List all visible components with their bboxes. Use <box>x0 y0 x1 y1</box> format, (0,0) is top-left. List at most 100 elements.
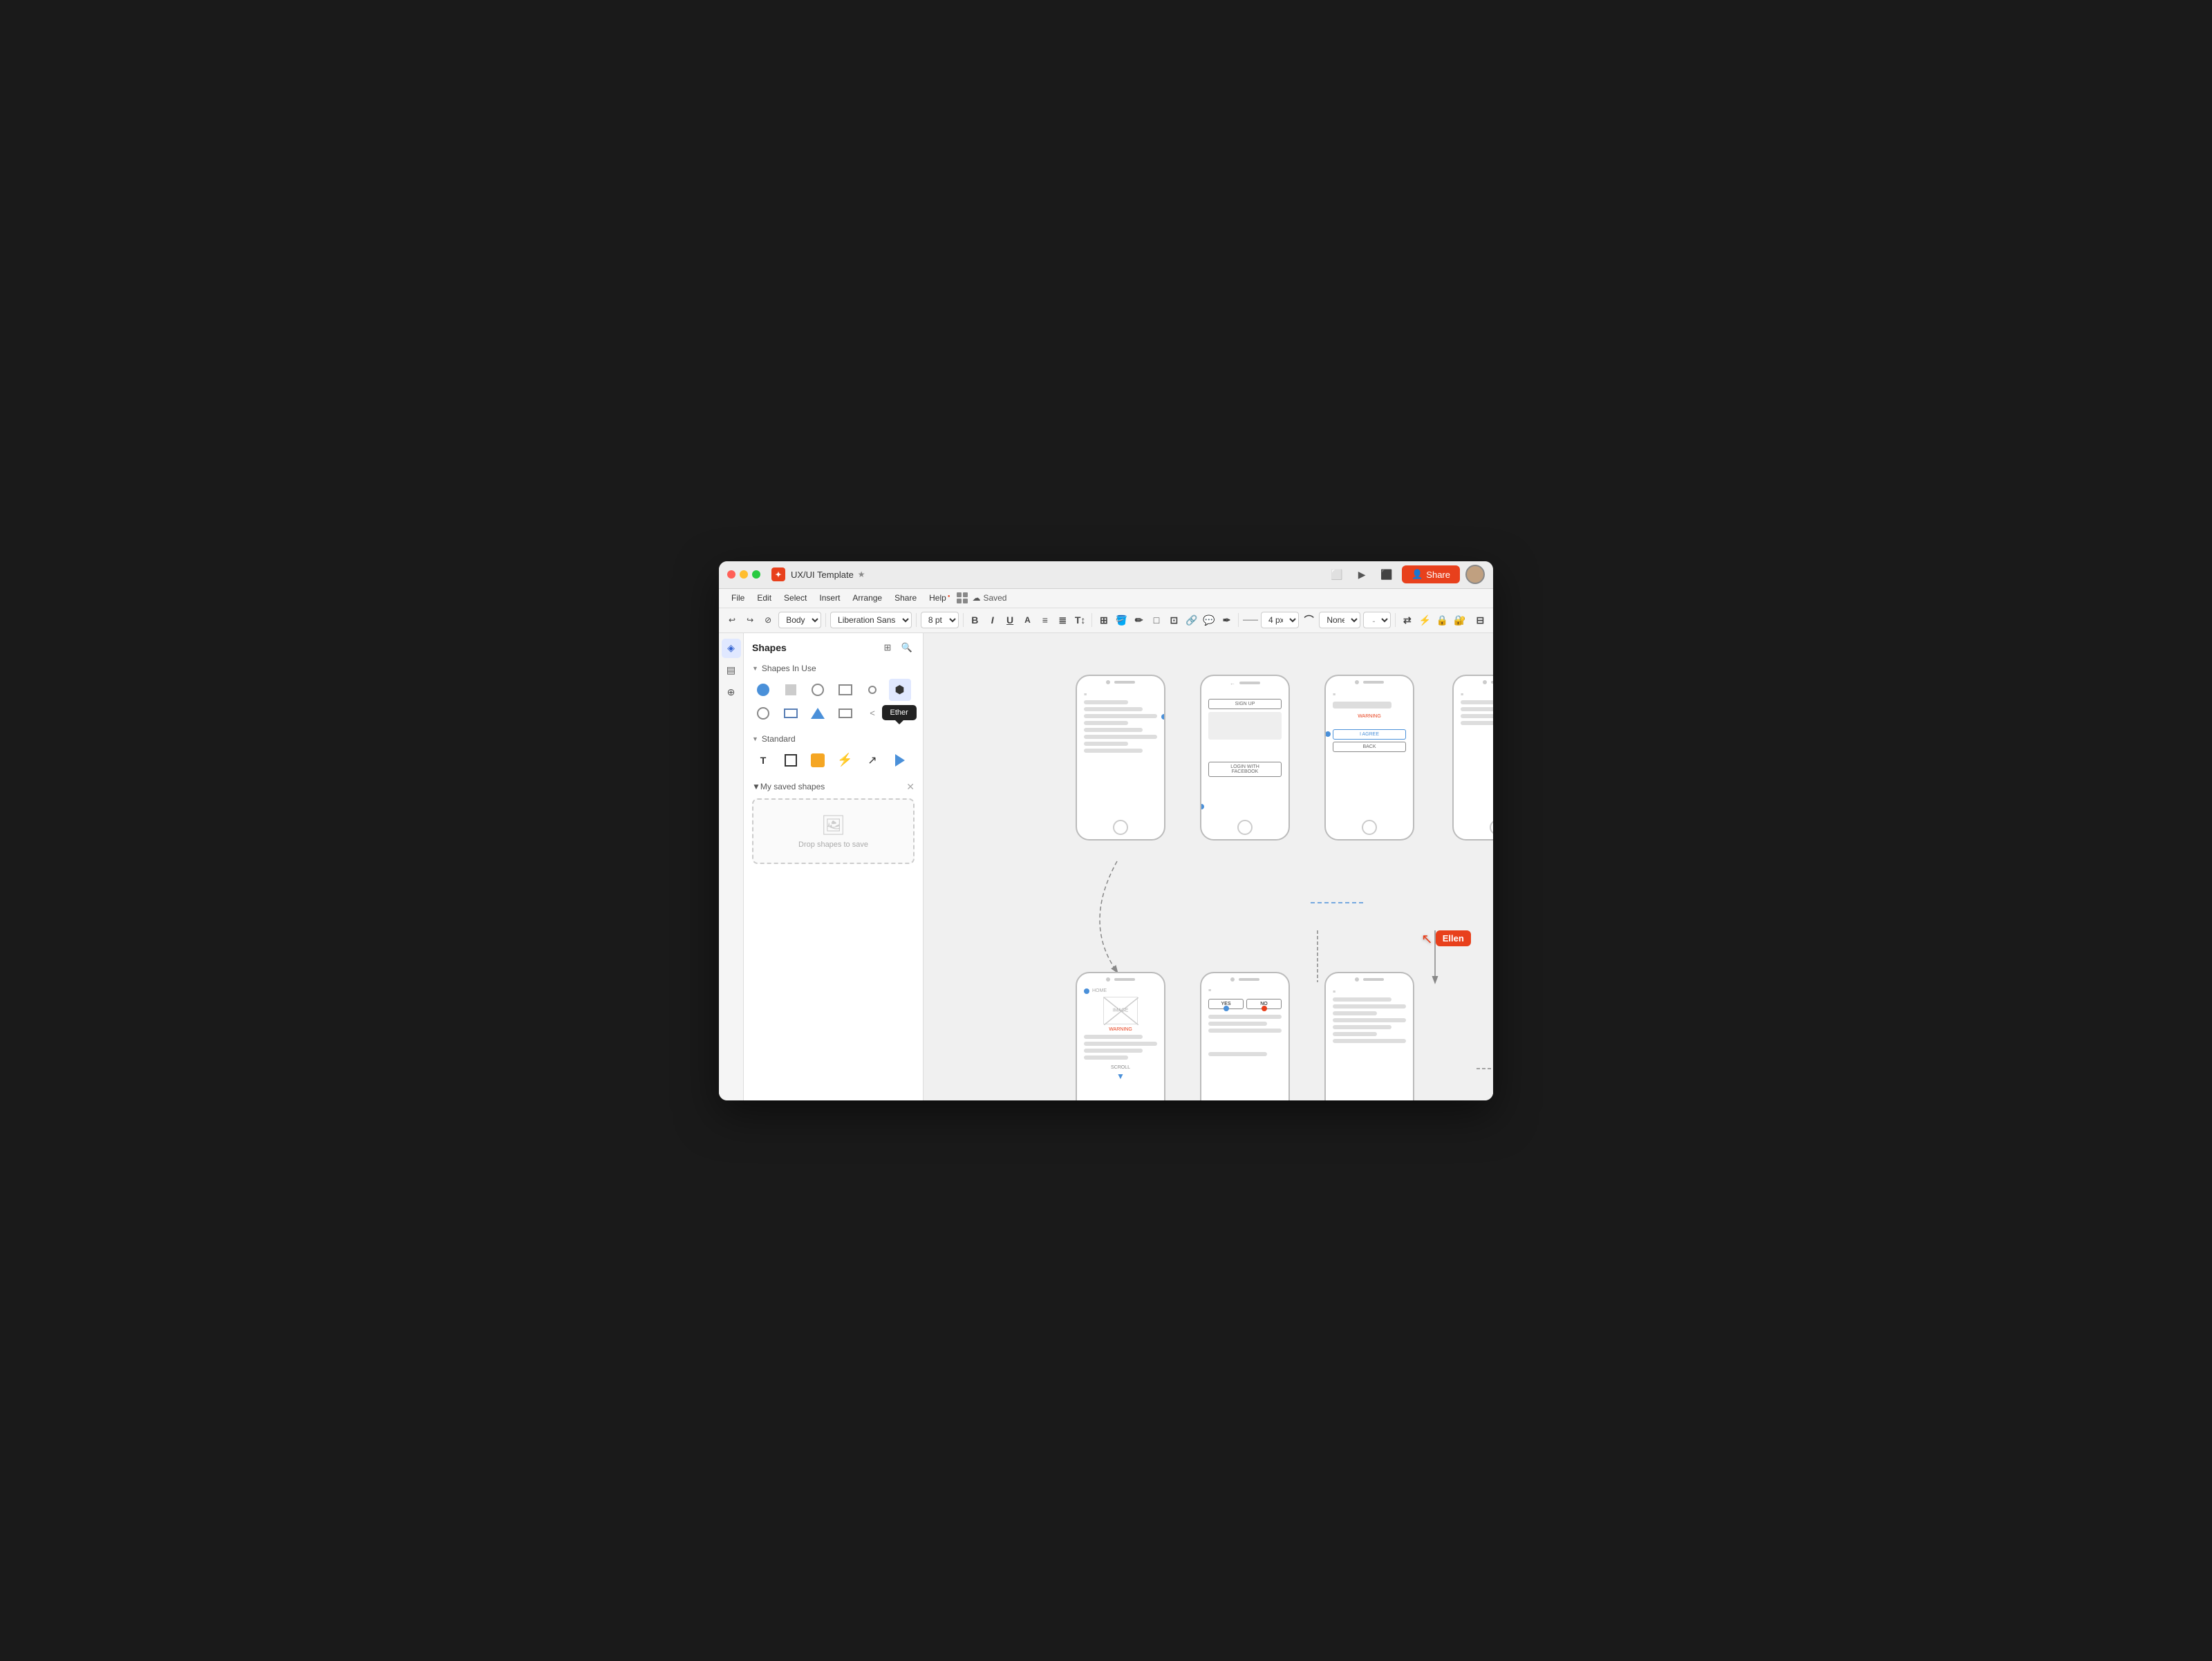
ellen-cursor-arrow: ↖ <box>1421 930 1433 948</box>
border-button[interactable]: □ <box>1149 611 1163 629</box>
app-window: ✦ UX/UI Template ★ ⬜ ▶ ⬛ 👤 Share File Ed… <box>719 561 1493 1100</box>
layers-toggle[interactable]: ⊕ <box>722 683 741 702</box>
line-style: —— <box>1243 616 1258 624</box>
shape-rect[interactable] <box>834 679 856 701</box>
share-icon: 👤 <box>1412 569 1423 580</box>
my-saved-section: ▼ My saved shapes ✕ 🖼 Drop shapes to sav… <box>744 777 923 868</box>
minimize-button[interactable] <box>740 570 748 579</box>
title-bar-actions: ⬜ ▶ ⬛ 👤 Share <box>1327 565 1485 584</box>
menu-bar: File Edit Select Insert Arrange Share He… <box>719 589 1493 608</box>
shapes-image-icon[interactable]: ⊞ <box>880 640 895 655</box>
link-button[interactable]: 🔗 <box>1184 611 1199 629</box>
shape-circle-outline[interactable] <box>807 679 829 701</box>
main-area: ◈ ▤ ⊕ Shapes ⊞ 🔍 ▼ Shapes In Use <box>719 633 1493 1100</box>
saved-status: ☁ Saved <box>972 593 1006 603</box>
menu-select[interactable]: Select <box>778 591 812 605</box>
shape-pointer[interactable]: ⬢ Ether <box>889 679 911 701</box>
std-square[interactable] <box>780 749 802 771</box>
shapes-panel: Shapes ⊞ 🔍 ▼ Shapes In Use <box>744 633 924 1100</box>
panel-toggle[interactable]: ⊟ <box>1473 611 1488 629</box>
flip-button[interactable]: ⇄ <box>1400 611 1414 629</box>
align-button[interactable]: ≡ <box>1038 611 1052 629</box>
user-avatar[interactable] <box>1465 565 1485 584</box>
waypoint-button[interactable]: ⌒ <box>1302 611 1316 629</box>
video-icon[interactable]: ⬛ <box>1377 565 1396 584</box>
app-logo: ✦ <box>771 567 785 581</box>
underline-button[interactable]: U <box>1002 611 1017 629</box>
menu-insert[interactable]: Insert <box>814 591 845 605</box>
style-select[interactable]: Body <box>778 612 821 628</box>
menu-help[interactable]: Help <box>924 591 955 605</box>
canvas-inner: ≡ <box>924 633 1493 1100</box>
image-button[interactable]: ⊡ <box>1167 611 1181 629</box>
lock-button[interactable]: 🔒 <box>1435 611 1450 629</box>
shapes-in-use-grid: ⬢ Ether < ↖ <box>744 676 923 730</box>
shape-triangle[interactable] <box>807 702 829 724</box>
line-width-select[interactable]: 4 px <box>1261 612 1299 628</box>
font-select[interactable]: Liberation Sans <box>830 612 912 628</box>
saved-section-header: ▼ My saved shapes ✕ <box>752 781 915 793</box>
arrow-select[interactable]: → <box>1363 612 1391 628</box>
format-button[interactable]: ⊘ <box>760 613 776 627</box>
shape-circle-outline2[interactable] <box>752 702 774 724</box>
text-color-button[interactable]: A <box>1020 611 1035 629</box>
standard-shapes-grid: T ⚡ ↗ <box>744 747 923 777</box>
shape-arrow-code[interactable]: < <box>861 702 883 724</box>
menu-share[interactable]: Share <box>889 591 922 605</box>
shapes-panel-toggle[interactable]: ◈ <box>722 639 741 658</box>
shapes-search-icon[interactable]: 🔍 <box>899 640 915 655</box>
menu-edit[interactable]: Edit <box>751 591 777 605</box>
italic-button[interactable]: I <box>985 611 1000 629</box>
saved-label: Saved <box>983 593 1006 603</box>
home-button-r1p1 <box>1113 820 1128 835</box>
shape-small-circle[interactable] <box>861 679 883 701</box>
comment-button[interactable]: 💬 <box>1201 611 1216 629</box>
redo-button[interactable]: ↪ <box>742 613 758 627</box>
menu-file[interactable]: File <box>726 591 750 605</box>
highlight-button[interactable]: ✏ <box>1132 611 1146 629</box>
close-button[interactable] <box>727 570 735 579</box>
table-button[interactable]: ⊞ <box>1096 611 1111 629</box>
title-bar: ✦ UX/UI Template ★ ⬜ ▶ ⬛ 👤 Share <box>719 561 1493 589</box>
std-arrow[interactable]: ↗ <box>861 749 883 771</box>
drop-zone[interactable]: 🖼 Drop shapes to save <box>752 798 915 864</box>
undo-button[interactable]: ↩ <box>724 613 740 627</box>
maximize-button[interactable] <box>752 570 760 579</box>
pages-toggle[interactable]: ▤ <box>722 661 741 680</box>
shape-cursor[interactable]: ↖ <box>889 702 911 724</box>
lock2-button[interactable]: 🔐 <box>1452 611 1467 629</box>
std-play[interactable] <box>889 749 911 771</box>
phone-r2-p2: ≡ YES NO <box>1200 972 1290 1100</box>
none-select[interactable]: None <box>1319 612 1360 628</box>
std-text[interactable]: T <box>752 749 774 771</box>
fill-button[interactable]: 🪣 <box>1114 611 1129 629</box>
home-button-r1p2 <box>1237 820 1253 835</box>
text-style-button[interactable]: T↕ <box>1073 611 1087 629</box>
std-lightning[interactable]: ⚡ <box>834 749 856 771</box>
star-icon[interactable]: ★ <box>858 570 865 579</box>
bold-button[interactable]: B <box>968 611 982 629</box>
std-yellow[interactable] <box>807 749 829 771</box>
menu-arrange[interactable]: Arrange <box>847 591 888 605</box>
traffic-lights <box>727 570 760 579</box>
standard-header[interactable]: ▼ Standard <box>744 730 923 747</box>
saved-close-icon[interactable]: ✕ <box>906 781 915 793</box>
shape-rect2[interactable] <box>834 702 856 724</box>
chevron-saved-icon: ▼ <box>752 782 760 791</box>
shapes-in-use-label: Shapes In Use <box>762 664 816 673</box>
size-select[interactable]: 8 pt <box>921 612 959 628</box>
share-button[interactable]: 👤 Share <box>1402 565 1460 583</box>
shape-blue-circle[interactable] <box>752 679 774 701</box>
shape-blue-rect[interactable] <box>780 702 802 724</box>
text-align-button[interactable]: ≣ <box>1056 611 1070 629</box>
shapes-in-use-header[interactable]: ▼ Shapes In Use <box>744 659 923 676</box>
canvas-area[interactable]: ≡ <box>924 633 1493 1100</box>
shape-gray-square[interactable] <box>780 679 802 701</box>
grid-icon <box>957 592 968 603</box>
saved-section-label: My saved shapes <box>760 782 825 791</box>
pen-button[interactable]: ✒ <box>1219 611 1234 629</box>
lightning-button[interactable]: ⚡ <box>1418 611 1432 629</box>
present-icon[interactable]: ⬜ <box>1327 565 1347 584</box>
phone-r2-p1: HOME IMAGE WARNING <box>1076 972 1165 1100</box>
play-icon[interactable]: ▶ <box>1352 565 1371 584</box>
